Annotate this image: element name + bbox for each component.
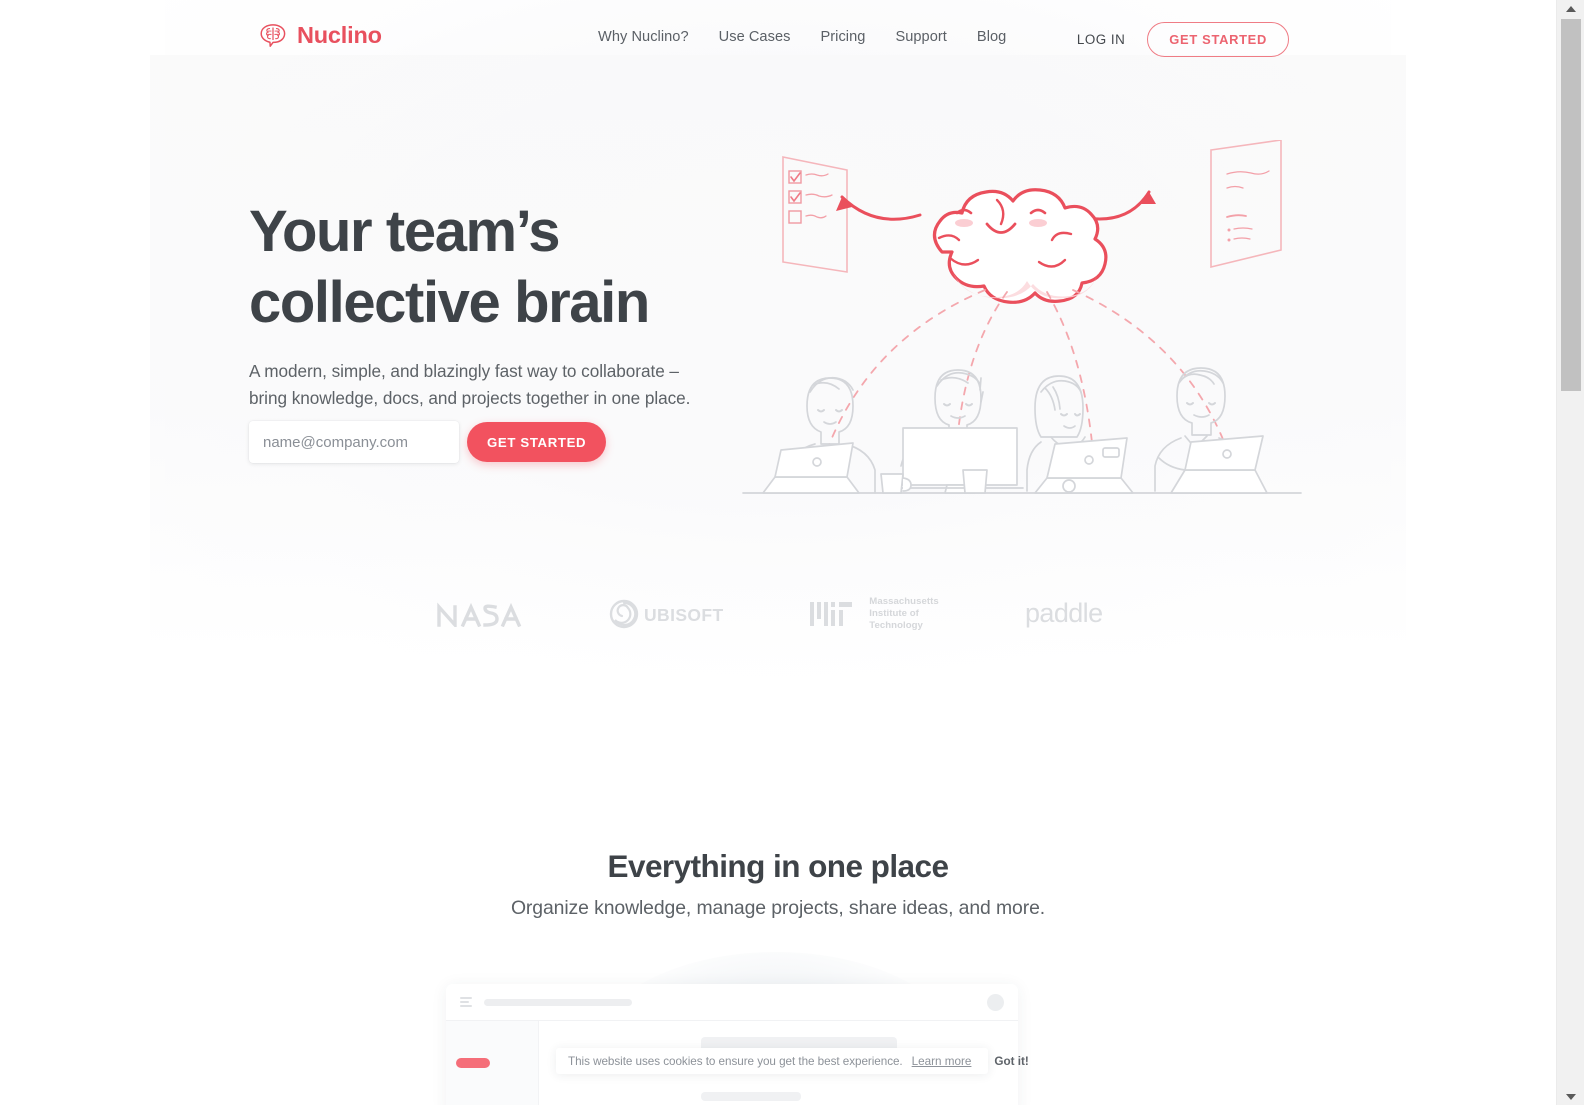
nav-item-why-nuclino[interactable]: Why Nuclino? bbox=[598, 29, 689, 45]
mit-logo: Massachusetts Institute of Technology bbox=[810, 596, 939, 633]
person-2 bbox=[896, 369, 1024, 494]
login-link[interactable]: LOG IN bbox=[1077, 32, 1125, 47]
mockup-toolbar bbox=[446, 984, 1018, 1021]
left-note-card bbox=[782, 156, 848, 273]
brain-speech-bubble-icon bbox=[258, 23, 288, 49]
nav-item-support[interactable]: Support bbox=[895, 29, 946, 45]
app-preview-mockup bbox=[446, 984, 1018, 1105]
person-3 bbox=[1026, 375, 1134, 494]
cookie-learn-more-link[interactable]: Learn more bbox=[912, 1055, 972, 1068]
svg-text:UBISOFT: UBISOFT bbox=[644, 605, 724, 625]
cookie-consent-banner: This website uses cookies to ensure you … bbox=[556, 1048, 1029, 1074]
person-4 bbox=[1154, 367, 1268, 494]
cookie-accept-button[interactable]: Got it! bbox=[994, 1055, 1028, 1068]
hero-subtitle-line-2: bring knowledge, docs, and projects toge… bbox=[249, 388, 691, 408]
everything-section: Everything in one place Organize knowled… bbox=[0, 845, 1556, 922]
hero-subtitle-line-1: A modern, simple, and blazingly fast way… bbox=[249, 361, 679, 381]
ubisoft-logo: UBISOFT bbox=[609, 599, 724, 629]
hero-section: Your team’s collective brain A modern, s… bbox=[0, 0, 1556, 700]
cookie-banner-text: This website uses cookies to ensure you … bbox=[568, 1054, 903, 1068]
nav-item-use-cases[interactable]: Use Cases bbox=[719, 29, 791, 45]
avatar bbox=[987, 993, 1004, 1011]
hero-illustration bbox=[735, 139, 1325, 530]
hero-title-line-2: collective brain bbox=[249, 270, 650, 335]
nasa-logo bbox=[435, 601, 523, 628]
logo-wordmark: Nuclino bbox=[297, 22, 382, 49]
browser-viewport: Nuclino Why Nuclino? Use Cases Pricing S… bbox=[0, 0, 1584, 1105]
primary-navigation: Why Nuclino? Use Cases Pricing Support B… bbox=[598, 29, 1006, 45]
scrollbar-thumb[interactable] bbox=[1561, 19, 1581, 391]
email-field[interactable] bbox=[249, 421, 459, 463]
nav-item-pricing[interactable]: Pricing bbox=[820, 29, 865, 45]
header-get-started-button[interactable]: GET STARTED bbox=[1147, 22, 1289, 57]
scroll-up-arrow-icon[interactable] bbox=[1557, 0, 1584, 17]
customer-logo-strip: UBISOFT Massachusetts Institute of Techn… bbox=[0, 596, 1556, 633]
logo-home-link[interactable]: Nuclino bbox=[258, 23, 382, 49]
mockup-sidebar bbox=[446, 1021, 539, 1105]
nav-item-blog[interactable]: Blog bbox=[977, 29, 1006, 45]
paddle-logo: paddle bbox=[1025, 596, 1121, 632]
section-title: Everything in one place bbox=[607, 848, 950, 884]
hero-subtitle: A modern, simple, and blazingly fast way… bbox=[249, 358, 709, 412]
hamburger-menu-icon bbox=[460, 997, 472, 1007]
person-1 bbox=[762, 376, 876, 494]
hero-copy: Your team’s collective brain A modern, s… bbox=[249, 196, 709, 412]
header-auth-group: LOG IN GET STARTED bbox=[1077, 22, 1289, 57]
mockup-accent-pill bbox=[456, 1058, 490, 1068]
mit-line-2: Institute of bbox=[869, 608, 919, 620]
page-title: Your team’s collective brain bbox=[249, 196, 709, 338]
mit-line-1: Massachusetts bbox=[869, 596, 939, 607]
site-header: Nuclino Why Nuclino? Use Cases Pricing S… bbox=[0, 0, 1556, 78]
section-subtitle: Organize knowledge, manage projects, sha… bbox=[510, 897, 1046, 919]
mit-line-3: Technology bbox=[869, 620, 923, 632]
scroll-down-arrow-icon[interactable] bbox=[1557, 1088, 1584, 1105]
page-content: Nuclino Why Nuclino? Use Cases Pricing S… bbox=[0, 0, 1556, 1105]
svg-text:paddle: paddle bbox=[1025, 598, 1102, 628]
mit-wordmark: Massachusetts Institute of Technology bbox=[869, 596, 938, 633]
vertical-scrollbar[interactable] bbox=[1556, 0, 1584, 1105]
mockup-title-placeholder bbox=[484, 998, 632, 1006]
hero-signup-form: GET STARTED bbox=[249, 421, 607, 463]
hero-get-started-button[interactable]: GET STARTED bbox=[467, 422, 607, 462]
hero-title-line-1: Your team’s bbox=[249, 199, 561, 264]
mockup-card-placeholder-2 bbox=[701, 1092, 801, 1101]
right-note-card bbox=[1210, 139, 1282, 269]
